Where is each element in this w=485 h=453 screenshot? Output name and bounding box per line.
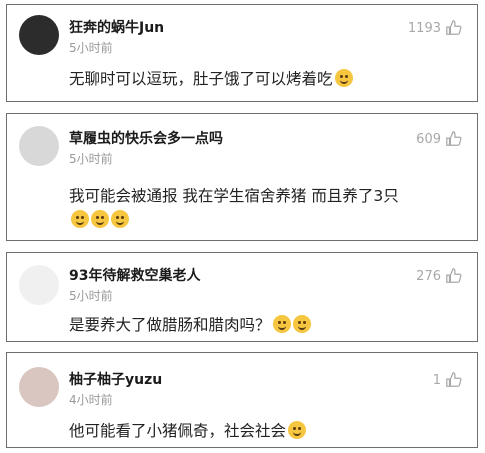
like-button[interactable]: 1 bbox=[433, 371, 463, 389]
thumbs-up-icon bbox=[446, 372, 462, 387]
thumbs-up-icon bbox=[446, 131, 462, 146]
username[interactable]: 柚子柚子yuzu bbox=[69, 369, 162, 389]
comment-card: 柚子柚子yuzu 4小时前 1 他可能看了小猪佩奇，社会社会 bbox=[6, 352, 478, 448]
avatar[interactable] bbox=[19, 15, 59, 55]
comment-card: 草履虫的快乐会多一点吗 5小时前 609 我可能会被通报 我在学生宿舍养猪 而且… bbox=[6, 113, 478, 241]
like-count: 1193 bbox=[407, 20, 441, 36]
like-count: 609 bbox=[416, 131, 441, 147]
laughing-face-icon bbox=[288, 421, 307, 439]
comment-text: 是要养大了做腊肠和腊肉吗？ bbox=[69, 313, 311, 335]
laughing-face-icon bbox=[272, 315, 291, 333]
thumbs-up-icon bbox=[446, 268, 462, 283]
laughing-face-icon bbox=[334, 69, 353, 87]
timestamp: 5小时前 bbox=[69, 289, 113, 303]
username[interactable]: 93年待解救空巢老人 bbox=[69, 265, 200, 285]
username[interactable]: 狂奔的蜗牛Jun bbox=[69, 17, 164, 37]
comment-card: 93年待解救空巢老人 5小时前 276 是要养大了做腊肠和腊肉吗？ bbox=[6, 252, 478, 342]
comment-text-content: 是要养大了做腊肠和腊肉吗？ bbox=[69, 316, 271, 334]
like-button[interactable]: 276 bbox=[416, 267, 463, 285]
laughing-face-icon bbox=[111, 210, 129, 228]
comment-text: 我可能会被通报 我在学生宿舍养猪 而且养了3只 bbox=[69, 187, 399, 205]
like-count: 276 bbox=[416, 268, 441, 284]
like-count: 1 bbox=[432, 372, 441, 388]
timestamp: 5小时前 bbox=[69, 152, 113, 166]
laughing-face-icon bbox=[292, 315, 311, 333]
timestamp: 4小时前 bbox=[69, 393, 113, 407]
comment-text-content: 无聊时可以逗玩，肚子饿了可以烤着吃 bbox=[69, 70, 333, 88]
comment-text: 他可能看了小猪佩奇，社会社会 bbox=[69, 419, 307, 441]
comment-text-content: 他可能看了小猪佩奇，社会社会 bbox=[69, 422, 287, 440]
like-button[interactable]: 1193 bbox=[408, 19, 463, 37]
thumbs-up-icon bbox=[446, 20, 462, 35]
timestamp: 5小时前 bbox=[69, 41, 113, 55]
avatar[interactable] bbox=[19, 126, 59, 166]
avatar[interactable] bbox=[19, 265, 59, 305]
comment-card: 狂奔的蜗牛Jun 5小时前 1193 无聊时可以逗玩，肚子饿了可以烤着吃 bbox=[6, 4, 478, 102]
like-button[interactable]: 609 bbox=[416, 130, 463, 148]
emoji-row bbox=[69, 210, 129, 229]
username[interactable]: 草履虫的快乐会多一点吗 bbox=[69, 128, 223, 148]
laughing-face-icon bbox=[71, 210, 89, 228]
comment-text: 无聊时可以逗玩，肚子饿了可以烤着吃 bbox=[69, 67, 353, 89]
avatar[interactable] bbox=[19, 367, 59, 407]
laughing-face-icon bbox=[91, 210, 109, 228]
